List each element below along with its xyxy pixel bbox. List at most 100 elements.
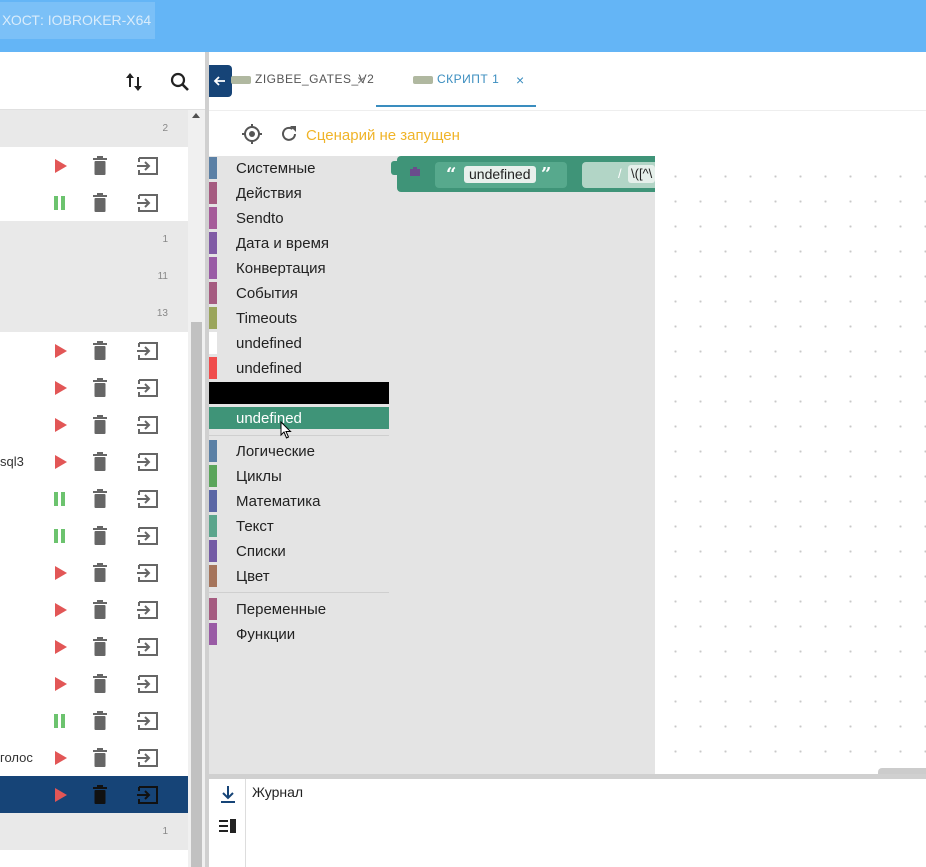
play-icon[interactable] [55, 603, 67, 617]
toolbox-category[interactable]: undefined [209, 357, 389, 379]
script-row[interactable] [0, 554, 188, 591]
toolbox-category[interactable]: Переменные [209, 598, 389, 620]
export-icon[interactable] [136, 341, 160, 361]
script-row[interactable] [0, 702, 188, 739]
list-detail-icon[interactable] [218, 818, 238, 834]
toolbox-category[interactable]: Конвертация [209, 257, 389, 279]
search-icon[interactable] [168, 70, 192, 94]
toolbox-category[interactable]: Sendto [209, 207, 389, 229]
toolbox-category[interactable] [209, 382, 389, 404]
toolbox-category[interactable]: Системные [209, 157, 389, 179]
toolbox-category[interactable]: Функции [209, 623, 389, 645]
close-tab-icon[interactable]: × [516, 72, 524, 88]
pause-icon[interactable] [54, 492, 66, 506]
toolbox-category[interactable]: Действия [209, 182, 389, 204]
trash-icon[interactable] [92, 526, 108, 546]
trash-icon[interactable] [92, 489, 108, 509]
collapse-panel-button[interactable] [209, 65, 232, 97]
play-icon[interactable] [55, 677, 67, 691]
script-row[interactable] [0, 591, 188, 628]
toolbox-category[interactable]: Цвет [209, 565, 389, 587]
string-value-field[interactable]: undefined [464, 166, 536, 183]
toolbox-category[interactable]: Математика [209, 490, 389, 512]
export-icon[interactable] [136, 563, 160, 583]
export-icon[interactable] [136, 193, 160, 213]
export-icon[interactable] [136, 452, 160, 472]
refresh-icon[interactable] [279, 124, 299, 144]
script-row[interactable] [0, 147, 188, 184]
script-row[interactable] [0, 332, 188, 369]
scroll-up-arrow-icon[interactable] [192, 113, 200, 118]
export-icon[interactable] [136, 711, 160, 731]
play-icon[interactable] [55, 751, 67, 765]
script-row[interactable] [0, 184, 188, 221]
trash-icon[interactable] [92, 378, 108, 398]
play-icon[interactable] [55, 455, 67, 469]
string-block[interactable]: “ undefined ” / \([^\ [397, 156, 655, 192]
play-icon[interactable] [55, 159, 67, 173]
regex-value-field[interactable]: \([^\ [628, 165, 655, 183]
script-row[interactable] [0, 776, 188, 813]
play-icon[interactable] [55, 640, 67, 654]
export-icon[interactable] [136, 785, 160, 805]
trash-icon[interactable] [92, 341, 108, 361]
script-row[interactable] [0, 665, 188, 702]
export-icon[interactable] [136, 156, 160, 176]
toolbox-category[interactable]: Циклы [209, 465, 389, 487]
regex-block[interactable]: / \([^\ [582, 162, 655, 188]
pause-icon[interactable] [54, 529, 66, 543]
play-icon[interactable] [55, 566, 67, 580]
folder-row[interactable]: 11 [0, 258, 188, 295]
folder-row[interactable]: 13 [0, 295, 188, 332]
locate-icon[interactable] [241, 123, 263, 145]
tab-script-1[interactable]: СКРИПТ 1 [413, 72, 499, 86]
play-icon[interactable] [55, 418, 67, 432]
script-row[interactable] [0, 369, 188, 406]
text-literal-block[interactable]: “ undefined ” [435, 162, 567, 188]
export-icon[interactable] [136, 378, 160, 398]
play-icon[interactable] [55, 788, 67, 802]
script-row[interactable]: sql3 [0, 443, 188, 480]
toolbox-category[interactable]: Логические [209, 440, 389, 462]
scroll-down-icon[interactable] [219, 784, 237, 804]
trash-icon[interactable] [92, 674, 108, 694]
toolbox-category[interactable]: undefined [209, 332, 389, 354]
toolbox-category[interactable]: Дата и время [209, 232, 389, 254]
script-row[interactable] [0, 517, 188, 554]
trash-icon[interactable] [92, 452, 108, 472]
folder-row[interactable]: 2 [0, 110, 188, 147]
pause-icon[interactable] [54, 714, 66, 728]
play-icon[interactable] [55, 381, 67, 395]
sort-icon[interactable] [122, 70, 146, 94]
trash-icon[interactable] [92, 563, 108, 583]
export-icon[interactable] [136, 526, 160, 546]
trash-icon[interactable] [92, 600, 108, 620]
trash-icon[interactable] [92, 785, 108, 805]
script-list-scrollbar[interactable] [188, 110, 205, 867]
trash-icon[interactable] [92, 193, 108, 213]
folder-row[interactable]: 1 [0, 221, 188, 258]
export-icon[interactable] [136, 600, 160, 620]
pause-icon[interactable] [54, 196, 66, 210]
tab-zigbee-gates[interactable]: ZIGBEE_GATES_V2 [231, 72, 374, 86]
toolbox-category[interactable]: Списки [209, 540, 389, 562]
export-icon[interactable] [136, 748, 160, 768]
trash-icon[interactable] [92, 711, 108, 731]
trash-icon[interactable] [92, 637, 108, 657]
trash-icon[interactable] [92, 156, 108, 176]
export-icon[interactable] [136, 415, 160, 435]
trash-icon[interactable] [92, 415, 108, 435]
toolbox-category[interactable]: События [209, 282, 389, 304]
script-row[interactable] [0, 628, 188, 665]
host-label[interactable]: ХОСТ: IOBROKER-X64 [0, 2, 155, 39]
folder-row[interactable]: 1 [0, 813, 188, 850]
script-row[interactable] [0, 406, 188, 443]
export-icon[interactable] [136, 674, 160, 694]
toolbox-category[interactable]: Текст [209, 515, 389, 537]
trash-icon[interactable] [92, 748, 108, 768]
export-icon[interactable] [136, 637, 160, 657]
export-icon[interactable] [136, 489, 160, 509]
script-row[interactable] [0, 480, 188, 517]
blockly-workspace[interactable] [655, 156, 926, 776]
scrollbar-thumb[interactable] [191, 322, 202, 867]
